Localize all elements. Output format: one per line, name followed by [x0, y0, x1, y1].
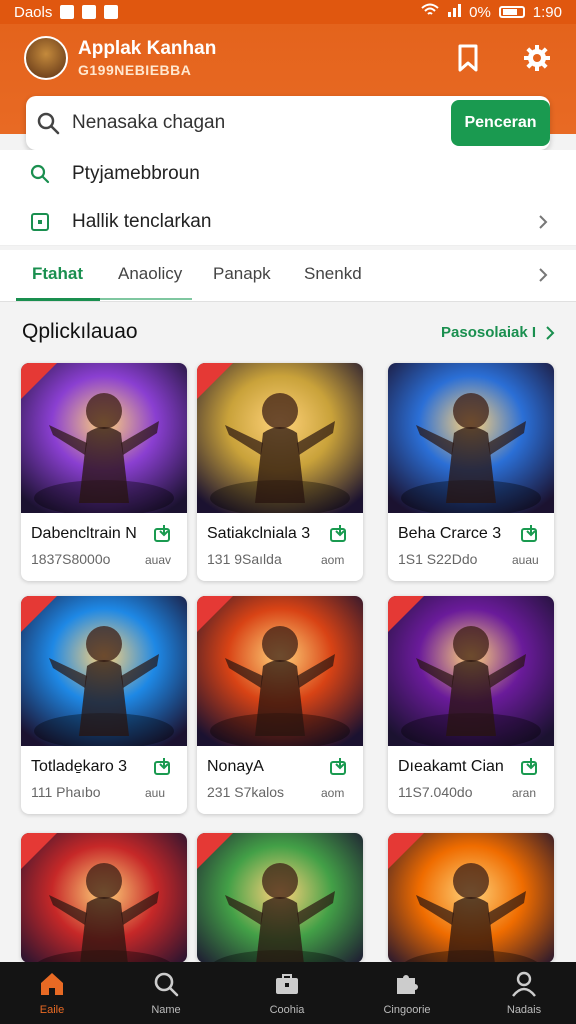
chevron-right-icon[interactable] — [536, 268, 550, 282]
nav-item-home[interactable]: Eaile — [4, 970, 100, 1016]
mail-icon — [82, 5, 97, 19]
chevron-right-icon — [539, 214, 548, 229]
install-icon[interactable] — [520, 756, 542, 776]
game-title: Beha Crarce 3 — [398, 525, 502, 542]
game-card[interactable]: NonayA 231 S7kalos aom — [197, 596, 363, 814]
battery-percent: 0% — [469, 3, 491, 21]
nav-label: Eaile — [39, 1004, 65, 1016]
install-icon[interactable] — [520, 523, 542, 543]
nav-label: Coohia — [269, 1004, 305, 1016]
badge-ribbon-icon — [21, 833, 57, 869]
game-meta: 111 Phaıbo — [31, 784, 101, 800]
game-size: aran — [512, 786, 537, 800]
search-icon — [30, 164, 50, 184]
install-icon[interactable] — [329, 523, 351, 543]
notification-icon — [60, 5, 75, 19]
search-icon — [154, 972, 179, 997]
nav-label: Nadais — [506, 1004, 542, 1016]
active-tab-indicator — [16, 298, 100, 301]
game-title: Dıeakamt Cian — [398, 758, 504, 775]
status-right: 0% 1:90 — [421, 3, 562, 21]
chevron-right-icon[interactable] — [544, 326, 556, 340]
tab-indicator-secondary — [100, 298, 192, 300]
user-icon — [512, 971, 536, 997]
badge-ribbon-icon — [21, 363, 57, 399]
game-meta: 131 9Saılda — [207, 551, 282, 567]
see-all-link[interactable]: Pasosolaiak I — [441, 324, 536, 341]
nav-item-briefcase[interactable]: Coohia — [239, 970, 335, 1016]
bookmark-icon[interactable] — [456, 44, 480, 72]
gear-icon[interactable] — [523, 44, 551, 72]
game-card[interactable]: Dabencltrain N 1837S8000o auav — [21, 363, 187, 581]
game-size: aom — [321, 553, 345, 567]
home-icon — [41, 973, 63, 995]
game-card[interactable] — [21, 833, 187, 963]
game-title: Totlade̱karo 3 — [31, 758, 128, 775]
game-thumbnail[interactable] — [388, 363, 554, 513]
badge-ribbon-icon — [197, 596, 233, 632]
search-button[interactable]: Penceran — [451, 100, 550, 146]
game-size: aom — [321, 786, 345, 800]
game-card[interactable] — [388, 833, 554, 963]
signal-icon — [447, 3, 462, 21]
install-icon[interactable] — [329, 756, 351, 776]
search-card: Penceran — [26, 96, 550, 150]
battery-icon — [498, 6, 525, 18]
tab-snenkd[interactable]: Snenkd — [304, 264, 362, 284]
search-input[interactable] — [72, 106, 442, 140]
nav-item-search[interactable]: Name — [118, 970, 214, 1016]
tab-bar: Ftahat Anaolicy Panapk Snenkd — [0, 250, 576, 302]
status-left: Daols — [14, 3, 119, 21]
game-card[interactable] — [197, 833, 363, 963]
tab-anaolicy[interactable]: Anaolicy — [118, 264, 182, 284]
nav-item-profile[interactable]: Nadais — [476, 970, 572, 1016]
game-meta: 1S1 S22Ddo — [398, 551, 478, 567]
gallery-icon — [104, 5, 119, 19]
badge-ribbon-icon — [388, 833, 424, 869]
tab-panapk[interactable]: Panapk — [213, 264, 271, 284]
nav-label: Cingoorie — [383, 1004, 431, 1016]
app-title: Applak Kanhan — [78, 38, 217, 59]
status-app-text: Daols — [14, 3, 53, 21]
section-title: Qplickılauao — [22, 320, 138, 343]
badge-ribbon-icon — [388, 596, 424, 632]
suggestion-item[interactable]: Ptyjamebbroun — [0, 150, 576, 198]
suggestion-label: Hallik tenclarkan — [72, 210, 212, 232]
search-icon — [37, 112, 60, 135]
tab-ftahat[interactable]: Ftahat — [32, 264, 83, 284]
game-title: NonayA — [207, 758, 264, 775]
app-subtitle: G199NEBIEBBA — [78, 62, 192, 78]
status-bar: Daols 0% 1:90 — [0, 0, 576, 24]
game-meta: 231 S7kalos — [207, 784, 285, 800]
game-size: auu — [145, 786, 166, 800]
briefcase-icon — [276, 974, 298, 994]
bottom-nav: Eaile Name Coohia Cingoorie Nadais — [0, 962, 576, 1024]
square-icon — [31, 212, 49, 231]
badge-ribbon-icon — [197, 833, 233, 869]
suggestion-label: Ptyjamebbroun — [72, 163, 200, 184]
game-size: auau — [512, 553, 539, 567]
game-meta: 1837S8000o — [31, 551, 111, 567]
status-time: 1:90 — [532, 3, 562, 21]
install-icon[interactable] — [153, 756, 175, 776]
game-card[interactable]: Totlade̱karo 3 111 Phaıbo auu — [21, 596, 187, 814]
game-card[interactable]: Satiakclniala 3 131 9Saılda aom — [197, 363, 363, 581]
badge-ribbon-icon — [21, 596, 57, 632]
game-meta: 11S7.040do — [398, 784, 473, 800]
install-icon[interactable] — [153, 523, 175, 543]
nav-label: Name — [151, 1004, 181, 1016]
game-card[interactable]: Beha Crarce 3 1S1 S22Ddo auau — [388, 363, 554, 581]
nav-item-categories[interactable]: Cingoorie — [359, 970, 455, 1016]
game-card[interactable]: Dıeakamt Cian 11S7.040do aran — [388, 596, 554, 814]
puzzle-icon — [397, 975, 418, 994]
avatar[interactable] — [24, 36, 68, 80]
game-size: auav — [145, 553, 172, 567]
suggestion-item[interactable]: Hallik tenclarkan — [0, 198, 576, 246]
badge-ribbon-icon — [197, 363, 233, 399]
game-title: Satiakclniala 3 — [207, 525, 311, 542]
game-title: Dabencltrain N — [31, 525, 137, 542]
wifi-icon — [421, 3, 439, 21]
